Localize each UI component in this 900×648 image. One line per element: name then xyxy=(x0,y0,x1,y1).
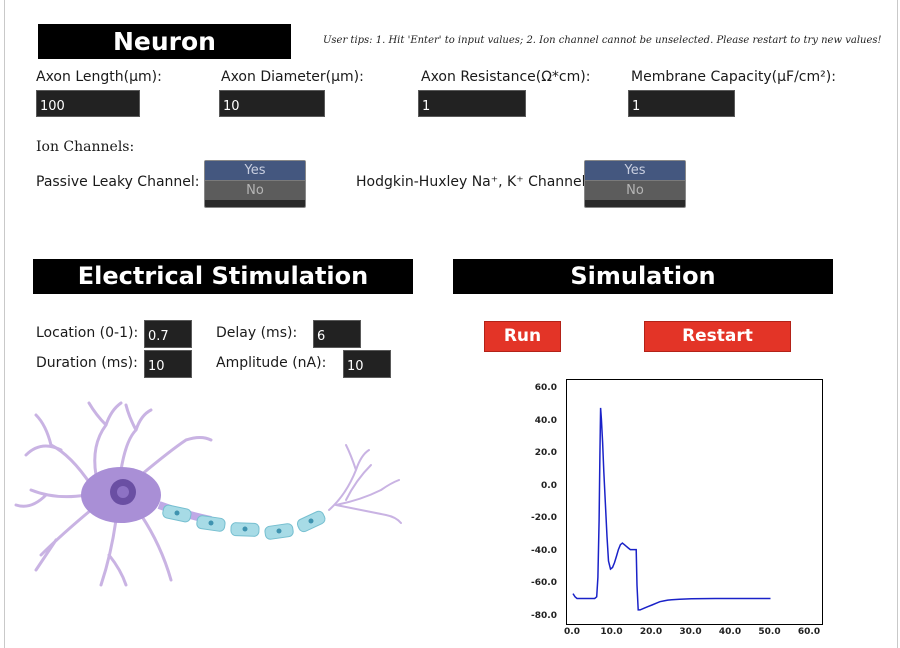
user-tips: User tips: 1. Hit 'Enter' to input value… xyxy=(323,35,882,46)
y-tick-label: 0.0 xyxy=(541,480,557,491)
axon-length-label: Axon Length(μm): xyxy=(36,69,162,85)
x-tick-label: 10.0 xyxy=(600,627,623,637)
voltage-trace-area xyxy=(572,407,771,611)
x-tick-label: 30.0 xyxy=(679,627,702,637)
y-tick-label: 60.0 xyxy=(534,383,557,393)
amplitude-input[interactable] xyxy=(343,350,391,378)
passive-leaky-label: Passive Leaky Channel: xyxy=(36,174,200,190)
axon-length-input[interactable] xyxy=(36,90,140,117)
y-tick-label: -40.0 xyxy=(531,545,557,556)
location-label: Location (0-1): xyxy=(36,325,139,341)
passive-leaky-yes-option[interactable]: Yes xyxy=(205,161,305,180)
membrane-capacity-input[interactable] xyxy=(628,90,735,117)
neuron-properties-title: Neuron Properties xyxy=(38,24,291,91)
electrical-stimulation-title: Electrical Stimulation xyxy=(33,259,413,294)
voltage-plot xyxy=(566,379,823,625)
restart-button[interactable]: Restart xyxy=(644,321,791,352)
y-tick-label: 20.0 xyxy=(534,448,557,459)
y-tick-label: -60.0 xyxy=(531,578,557,589)
axon-resistance-input[interactable] xyxy=(418,90,526,117)
x-tick-label: 40.0 xyxy=(718,627,742,637)
run-button[interactable]: Run xyxy=(484,321,561,352)
x-tick-label: 60.0 xyxy=(797,627,821,637)
delay-input[interactable] xyxy=(313,320,361,348)
axon-diameter-input[interactable] xyxy=(219,90,325,117)
passive-leaky-no-option[interactable]: No xyxy=(205,180,305,200)
axon-resistance-label: Axon Resistance(Ω*cm): xyxy=(421,69,591,85)
y-tick-label: 40.0 xyxy=(534,415,557,426)
duration-input[interactable] xyxy=(144,350,192,378)
x-tick-label: 0.0 xyxy=(564,627,580,637)
simulation-title: Simulation xyxy=(453,259,833,294)
axon-diameter-label: Axon Diameter(μm): xyxy=(221,69,364,85)
membrane-capacity-label: Membrane Capacity(μF/cm²): xyxy=(631,69,836,85)
hh-channel-no-option[interactable]: No xyxy=(585,180,685,200)
delay-label: Delay (ms): xyxy=(216,325,298,341)
duration-label: Duration (ms): xyxy=(36,355,138,371)
location-input[interactable] xyxy=(144,320,192,348)
hh-channel-yes-option[interactable]: Yes xyxy=(585,161,685,180)
voltage-trace-line xyxy=(572,407,771,611)
hh-channel-toggle[interactable]: Yes No xyxy=(584,160,686,208)
hh-channel-label: Hodgkin-Huxley Na⁺, K⁺ Channel: xyxy=(356,174,591,190)
app-window: Neuron Properties User tips: 1. Hit 'Ent… xyxy=(4,0,898,648)
x-tick-label: 20.0 xyxy=(639,627,663,637)
amplitude-label: Amplitude (nA): xyxy=(216,355,327,371)
neuron-illustration-icon xyxy=(14,401,402,587)
passive-leaky-toggle[interactable]: Yes No xyxy=(204,160,306,208)
x-tick-label: 50.0 xyxy=(758,627,781,637)
y-tick-label: -80.0 xyxy=(531,611,557,621)
y-tick-label: -20.0 xyxy=(531,513,557,524)
ion-channels-label: Ion Channels: xyxy=(36,139,135,155)
